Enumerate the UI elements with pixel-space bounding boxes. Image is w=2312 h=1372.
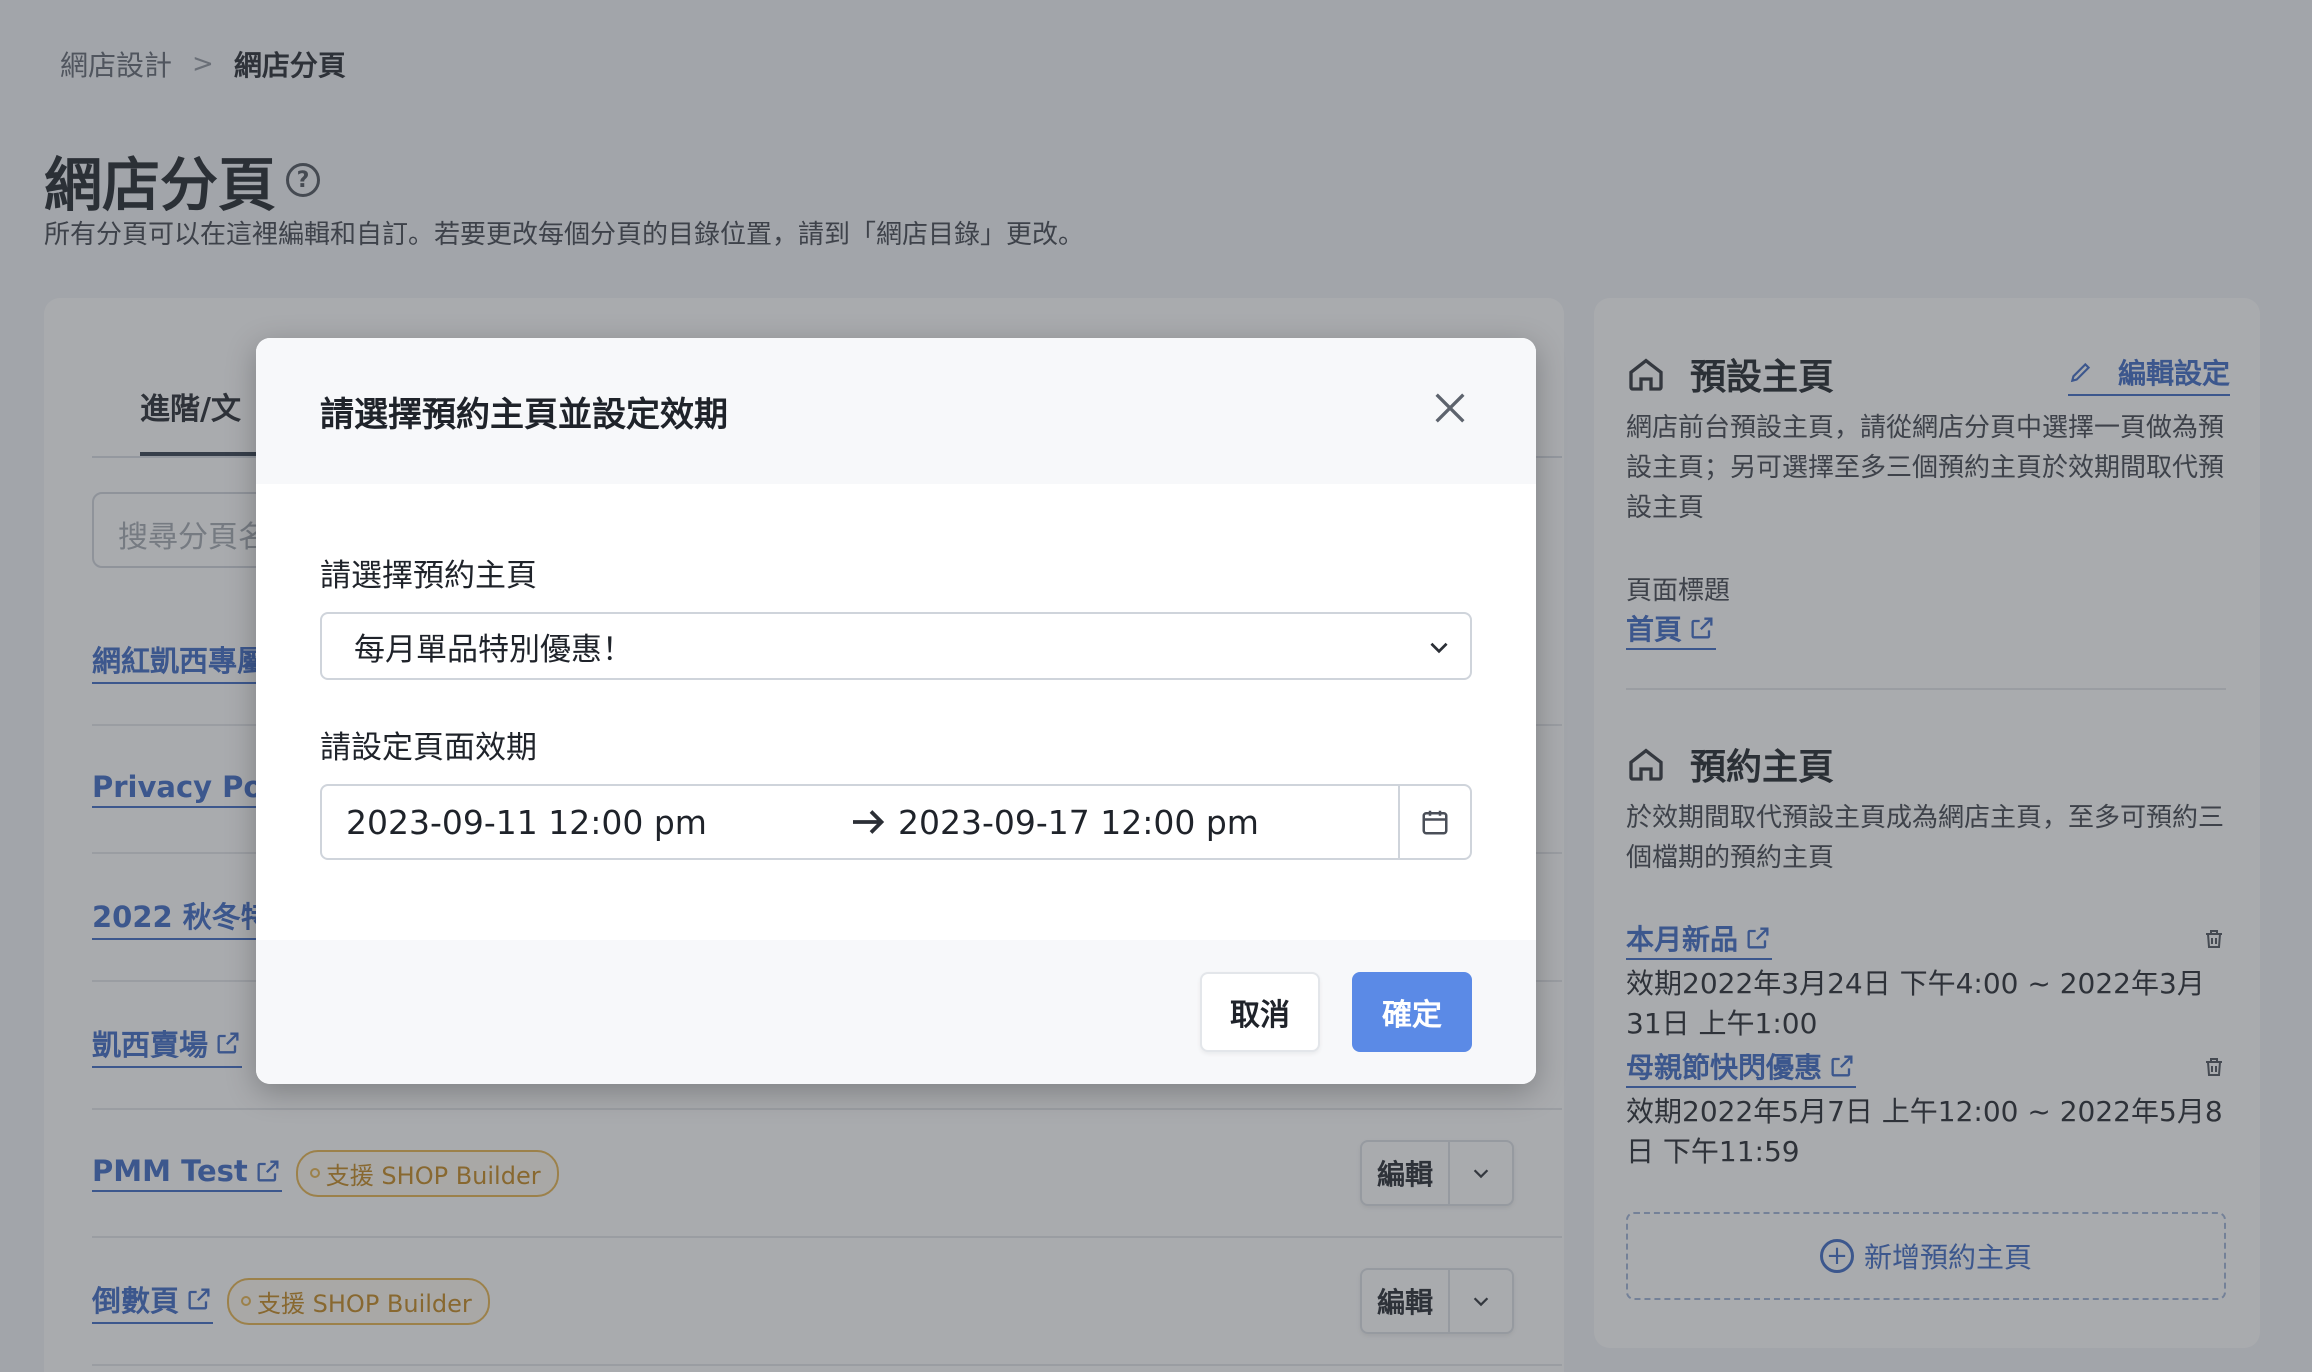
period-label: 請設定頁面效期: [320, 730, 537, 766]
date-range-picker[interactable]: 2023-09-11 12:00 pm 2023-09-17 12:00 pm: [320, 784, 1472, 860]
select-homepage-label: 請選擇預約主頁: [320, 558, 537, 594]
homepage-select-value: 每月單品特別優惠！: [354, 631, 633, 668]
modal-footer: 取消 確定: [256, 940, 1536, 1084]
confirm-button[interactable]: 確定: [1352, 972, 1472, 1052]
modal-body: 請選擇預約主頁 每月單品特別優惠！ 請設定頁面效期 2023-09-11 12:…: [256, 484, 1536, 940]
date-end-input[interactable]: 2023-09-17 12:00 pm: [898, 803, 1259, 842]
homepage-select[interactable]: 每月單品特別優惠！: [320, 612, 1472, 680]
close-icon[interactable]: [1430, 388, 1470, 428]
modal-title: 請選擇預約主頁並設定效期: [320, 394, 728, 435]
chevron-down-icon: [1430, 642, 1448, 654]
cancel-button[interactable]: 取消: [1200, 972, 1320, 1052]
arrow-right-icon: [853, 810, 885, 834]
calendar-button[interactable]: [1398, 786, 1470, 858]
calendar-icon: [1422, 810, 1448, 835]
schedule-homepage-modal: 請選擇預約主頁並設定效期 請選擇預約主頁 每月單品特別優惠！ 請設定頁面效期 2…: [256, 338, 1536, 1084]
date-start-input[interactable]: 2023-09-11 12:00 pm: [346, 803, 707, 842]
modal-header: 請選擇預約主頁並設定效期: [256, 338, 1536, 484]
